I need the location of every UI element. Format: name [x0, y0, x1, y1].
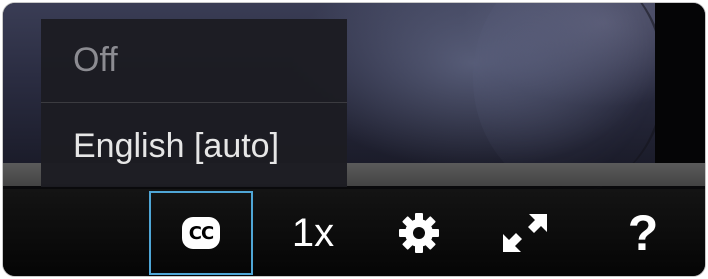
- playback-speed-button[interactable]: 1x: [273, 191, 353, 275]
- closed-captions-button[interactable]: CC: [149, 191, 253, 275]
- video-frame-shadow: [655, 3, 705, 163]
- control-bar: [3, 189, 705, 276]
- playback-speed-label: 1x: [291, 210, 335, 255]
- expand-arrows-icon: [503, 214, 547, 252]
- video-player: Off English [auto] CC 1x ?: [3, 3, 705, 276]
- caption-menu: Off English [auto]: [41, 19, 347, 187]
- caption-option-english-label: English [auto]: [73, 126, 280, 165]
- settings-button[interactable]: [379, 191, 459, 275]
- caption-option-off[interactable]: Off: [41, 19, 347, 103]
- gear-icon: [399, 213, 439, 253]
- closed-captions-icon: CC: [182, 217, 220, 249]
- help-button[interactable]: ?: [603, 191, 683, 275]
- caption-option-english-auto[interactable]: English [auto]: [41, 104, 347, 188]
- caption-option-off-label: Off: [73, 41, 118, 79]
- fullscreen-button[interactable]: [485, 191, 565, 275]
- question-mark-icon: ?: [627, 205, 659, 261]
